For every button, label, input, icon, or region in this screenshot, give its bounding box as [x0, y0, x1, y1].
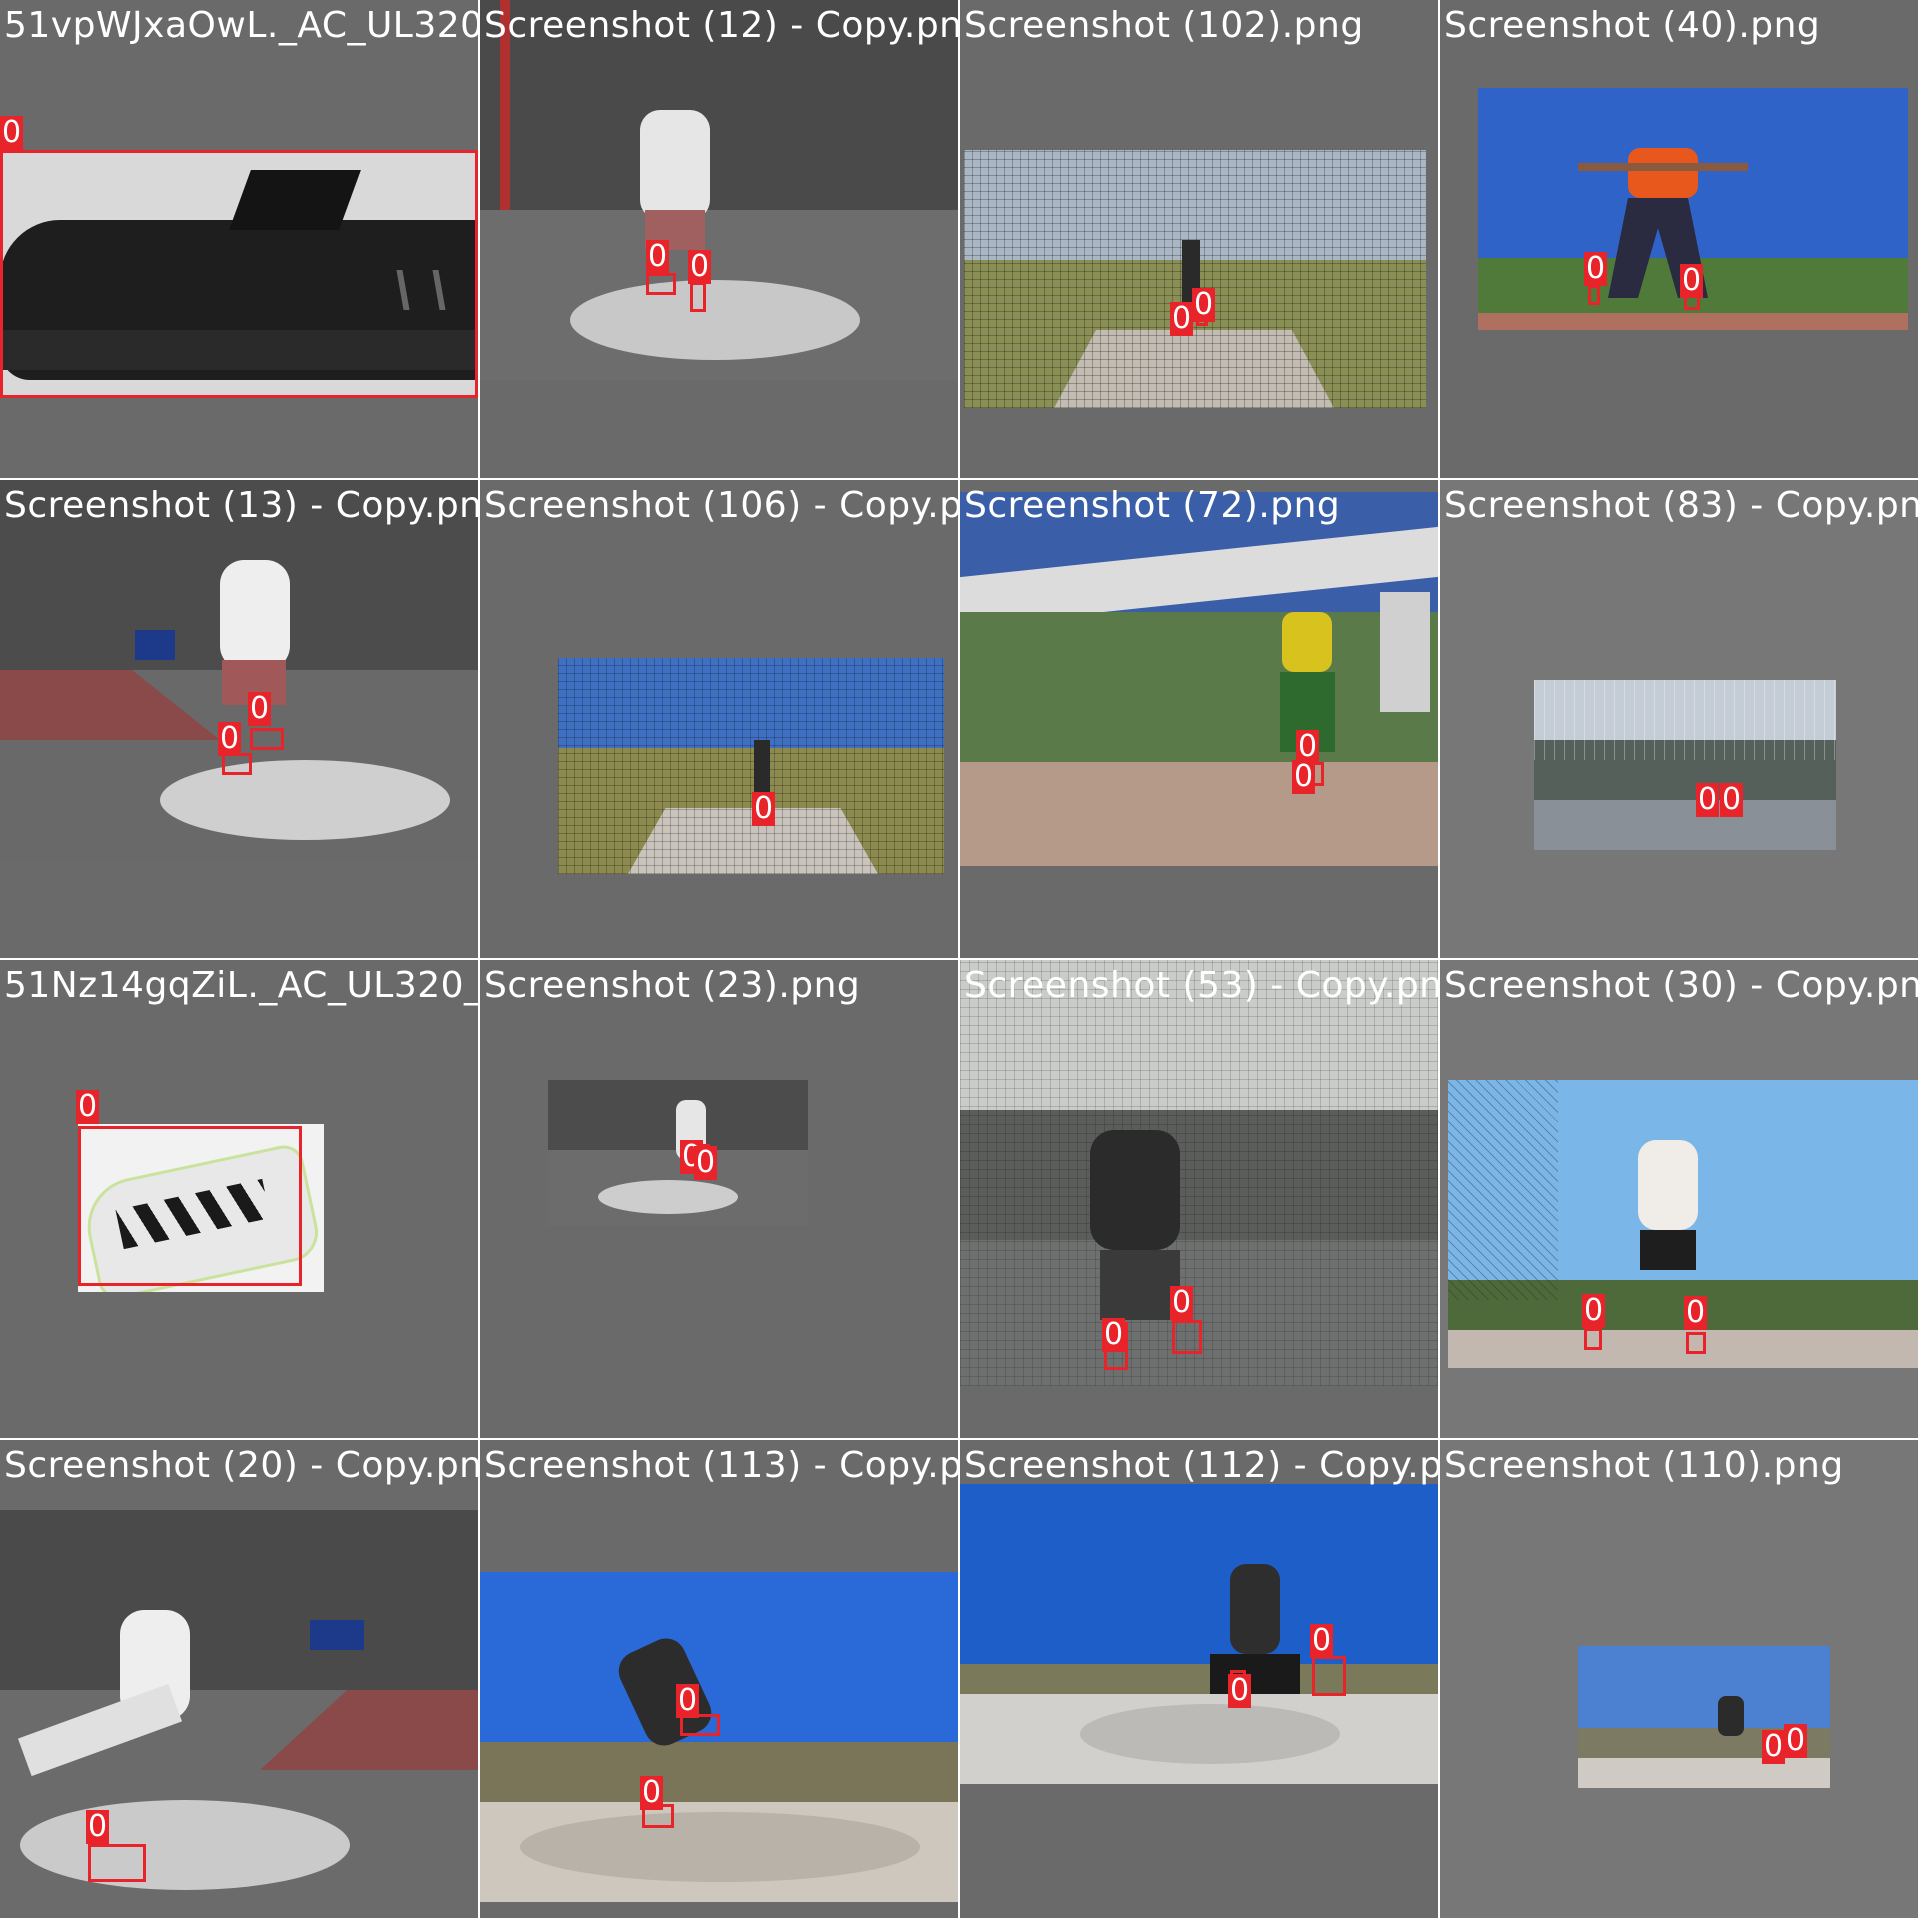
grid-cell[interactable]: 0 0 Screenshot (30) - Copy.png [1438, 958, 1920, 1440]
grid-cell[interactable]: 0 51vpWJxaOwL._AC_UL320_.jpg [0, 0, 480, 480]
image-filename: 51Nz14gqZiL._AC_UL320_.jpg [4, 965, 478, 1006]
detection-box [690, 282, 706, 312]
cell-image [1534, 680, 1836, 850]
image-filename: Screenshot (30) - Copy.png [1444, 965, 1918, 1006]
detection-label: 0 [248, 691, 272, 726]
detection-label: 0 [76, 1089, 100, 1124]
cell-image [480, 0, 958, 380]
cell-image [0, 480, 478, 860]
detection-label: 0 [1684, 1295, 1708, 1330]
grid-cell[interactable]: 0 0 Screenshot (53) - Copy.png [958, 958, 1440, 1440]
cell-image [960, 492, 1438, 866]
grid-cell[interactable]: 0 51Nz14gqZiL._AC_UL320_.jpg [0, 958, 480, 1440]
cell-image [548, 1080, 808, 1226]
cell-image [558, 658, 944, 874]
detection-label: 0 [646, 239, 670, 274]
grid-cell[interactable]: 0 Screenshot (106) - Copy.png [478, 478, 960, 960]
detection-label: 0 [1102, 1317, 1126, 1352]
detection-label: 0 [1170, 301, 1194, 336]
grid-cell[interactable]: 0 0 Screenshot (113) - Copy.png [478, 1438, 960, 1920]
detection-box [1584, 1328, 1602, 1350]
grid-cell[interactable]: 0 Screenshot (20) - Copy.png [0, 1438, 480, 1920]
detection-label: 0 [1680, 263, 1704, 298]
detection-label: 0 [1310, 1623, 1334, 1658]
image-filename: Screenshot (102).png [964, 5, 1364, 46]
detection-label: 0 [752, 791, 776, 826]
cell-image [480, 1572, 958, 1902]
cell-image [1448, 1080, 1918, 1368]
cell-image [0, 1510, 478, 1918]
cell-image [960, 1484, 1438, 1784]
detection-box [78, 1126, 302, 1286]
detection-label: 0 [1584, 251, 1608, 286]
image-filename: 51vpWJxaOwL._AC_UL320_.jpg [4, 5, 478, 46]
detection-label: 0 [0, 115, 24, 150]
detection-label: 0 [1192, 287, 1216, 322]
detection-label: 0 [1582, 1293, 1606, 1328]
detection-box [0, 150, 478, 398]
detection-label: 0 [640, 1775, 664, 1810]
detection-label: 0 [676, 1683, 700, 1718]
detection-label: 0 [1292, 759, 1316, 794]
image-filename: Screenshot (53) - Copy.png [964, 965, 1438, 1006]
detection-box [1686, 1332, 1706, 1354]
detection-box [222, 753, 252, 775]
detection-label: 0 [1696, 782, 1720, 817]
detection-box [1312, 1656, 1346, 1696]
detection-box [88, 1844, 146, 1882]
image-filename: Screenshot (13) - Copy.png [4, 485, 478, 526]
detection-box [646, 273, 676, 295]
grid-cell[interactable]: 0 0 Screenshot (13) - Copy.png [0, 478, 480, 960]
image-filename: Screenshot (40).png [1444, 5, 1821, 46]
detection-label: 0 [694, 1145, 718, 1180]
image-filename: Screenshot (23).png [484, 965, 861, 1006]
detection-label: 0 [1720, 782, 1744, 817]
grid-cell[interactable]: 0 0 Screenshot (12) - Copy.png [478, 0, 960, 480]
image-filename: Screenshot (110).png [1444, 1445, 1844, 1486]
detection-label: 0 [1170, 1285, 1194, 1320]
detection-box [1588, 285, 1600, 305]
image-filename: Screenshot (83) - Copy.png [1444, 485, 1918, 526]
grid-cell[interactable]: 0 0 Screenshot (112) - Copy.png [958, 1438, 1440, 1920]
detection-grid: 0 51vpWJxaOwL._AC_UL320_.jpg 0 0 Screens… [0, 0, 1920, 1920]
detection-label: 0 [1784, 1723, 1808, 1758]
detection-box [250, 728, 284, 750]
cell-image [964, 150, 1426, 408]
grid-cell[interactable]: 0 0 Screenshot (110).png [1438, 1438, 1920, 1920]
grid-cell[interactable]: 0 0 Screenshot (72).png [958, 478, 1440, 960]
grid-cell[interactable]: 0 0 Screenshot (102).png [958, 0, 1440, 480]
image-filename: Screenshot (112) - Copy.png [964, 1445, 1438, 1486]
detection-box [1172, 1320, 1202, 1354]
detection-label: 0 [1762, 1729, 1786, 1764]
detection-label: 0 [86, 1809, 110, 1844]
image-filename: Screenshot (12) - Copy.png [484, 5, 958, 46]
grid-cell[interactable]: 0 0 Screenshot (40).png [1438, 0, 1920, 480]
cell-image [1578, 1646, 1830, 1788]
image-filename: Screenshot (20) - Copy.png [4, 1445, 478, 1486]
image-filename: Screenshot (113) - Copy.png [484, 1445, 958, 1486]
detection-label: 0 [688, 249, 712, 284]
image-filename: Screenshot (72).png [964, 485, 1341, 526]
grid-cell[interactable]: 0 0 Screenshot (83) - Copy.png [1438, 478, 1920, 960]
detection-label: 0 [218, 721, 242, 756]
detection-label: 0 [1228, 1673, 1252, 1708]
grid-cell[interactable]: 0 0 Screenshot (23).png [478, 958, 960, 1440]
image-filename: Screenshot (106) - Copy.png [484, 485, 958, 526]
